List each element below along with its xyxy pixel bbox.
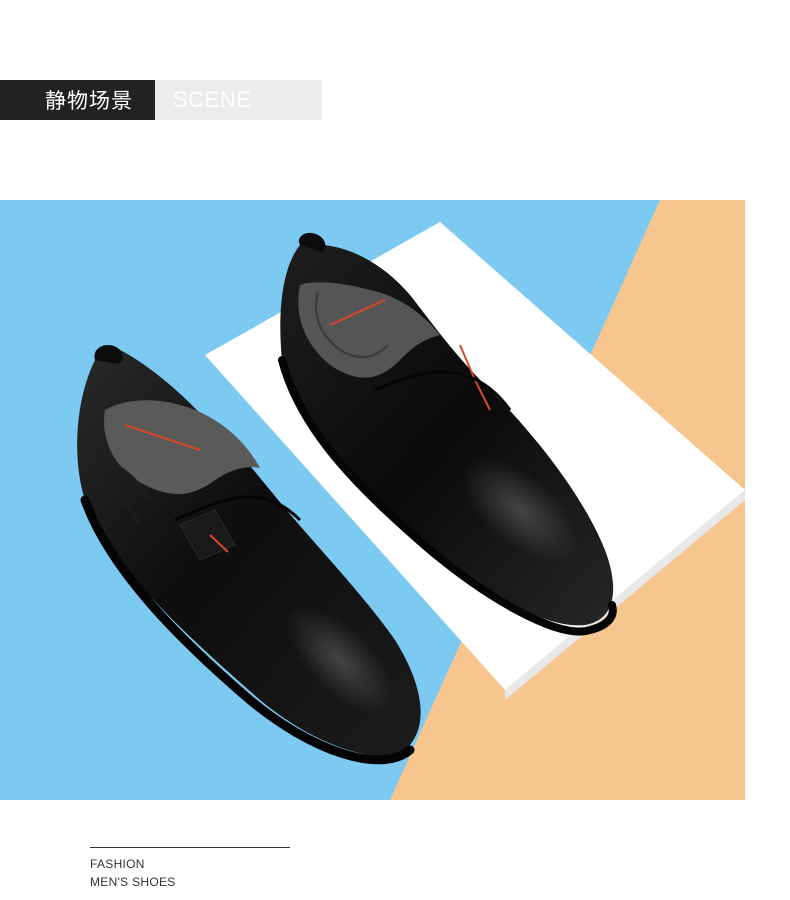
footer-fashion-label: FASHION <box>90 857 145 871</box>
footer-divider <box>90 847 290 848</box>
section-title-en: SCENE <box>155 80 322 120</box>
section-title-cn: 静物场景 <box>0 80 155 120</box>
footer-mens-shoes-label: MEN'S SHOES <box>90 875 176 889</box>
product-scene-image <box>0 200 745 800</box>
section-header: 静物场景 SCENE <box>0 80 322 120</box>
